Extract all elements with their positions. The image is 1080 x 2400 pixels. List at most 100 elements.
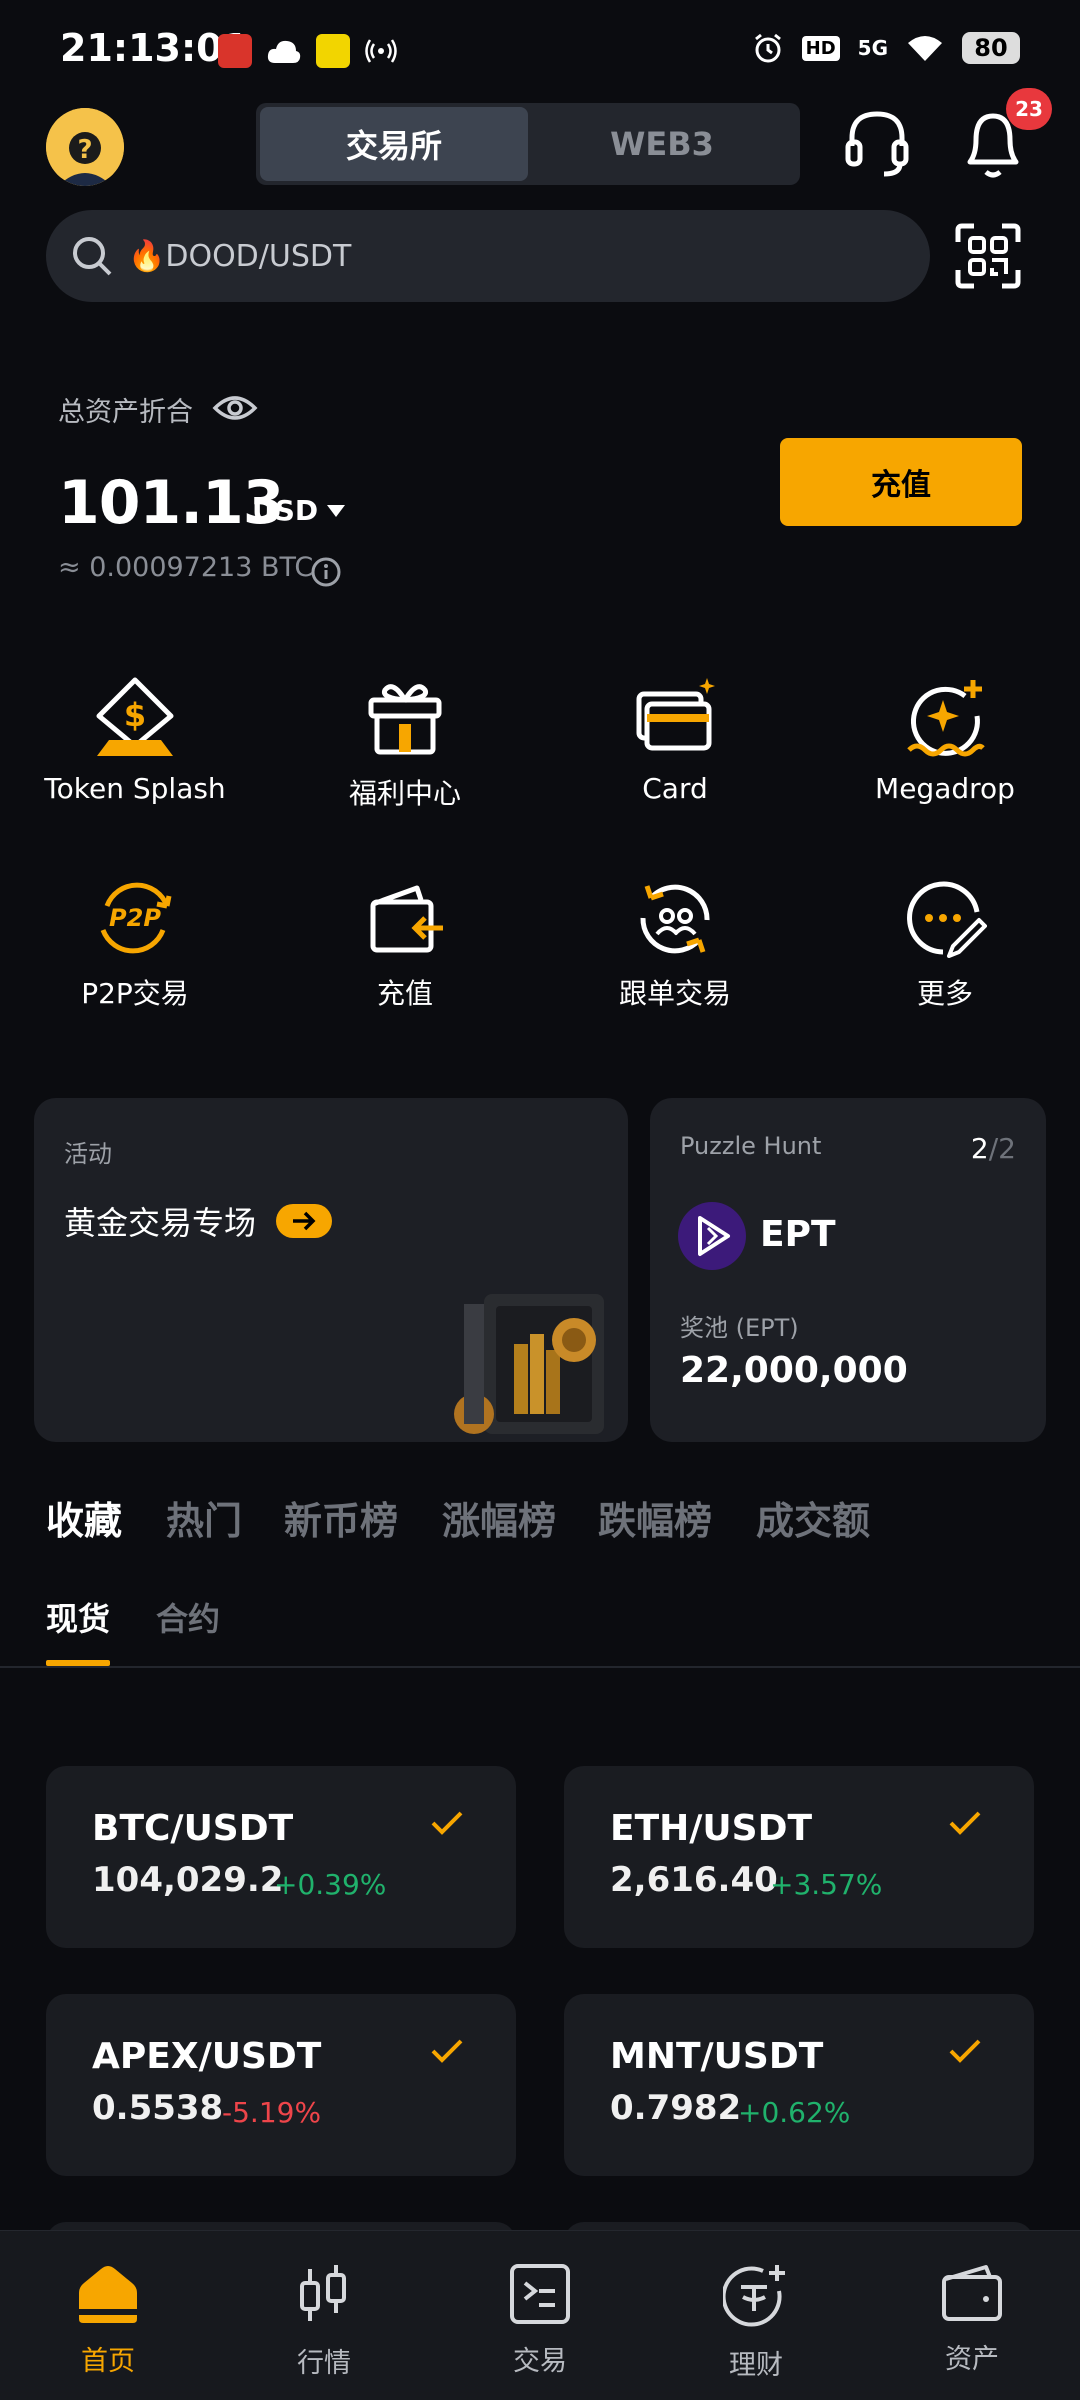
nav-assets[interactable]: 资产 — [864, 2231, 1080, 2400]
nav-label: 理财 — [729, 2350, 783, 2381]
pair-price: 0.5538 — [92, 2088, 224, 2128]
divider — [0, 1666, 1080, 1668]
hd-indicator: HD — [801, 35, 840, 61]
pair-name: APEX/USDT — [92, 2036, 322, 2077]
total-balance: 101.13 — [58, 468, 285, 538]
tab-hot[interactable]: 热门 — [166, 1490, 242, 1545]
arrow-right-icon[interactable] — [276, 1204, 333, 1238]
pool-amount: 22,000,000 — [680, 1350, 908, 1391]
candlestick-icon — [300, 2265, 346, 2321]
gift-icon — [368, 684, 442, 755]
tab-exchange[interactable]: 交易所 — [260, 107, 528, 181]
quick-label: Megadrop — [875, 772, 1015, 805]
network-type: 5G — [857, 36, 888, 60]
svg-text:?: ? — [77, 135, 92, 165]
cloud-icon — [267, 40, 301, 63]
app-notification-icon — [218, 34, 252, 68]
pair-price: 0.7982 — [610, 2088, 742, 2128]
wifi-icon — [908, 36, 942, 61]
headset-icon[interactable] — [844, 108, 910, 178]
activity-banner-card[interactable]: 活动 黄金交易专场 — [34, 1098, 628, 1442]
tab-losers[interactable]: 跌幅榜 — [598, 1490, 712, 1545]
tab-gainers[interactable]: 涨幅榜 — [442, 1490, 556, 1545]
pair-price: 2,616.40 — [610, 1860, 778, 1900]
check-icon[interactable] — [948, 1810, 982, 1836]
avatar[interactable]: ? — [46, 108, 124, 186]
currency-label: USD — [252, 494, 319, 527]
home-icon — [79, 2266, 137, 2323]
bottom-nav: 首页 行情 交易 理财 资产 — [0, 2230, 1080, 2400]
megadrop-icon — [907, 680, 985, 757]
quick-p2p[interactable]: P2P P2P交易 — [0, 876, 270, 1012]
p2p-icon: P2P — [100, 882, 172, 954]
nav-home[interactable]: 首页 — [0, 2231, 216, 2400]
pair-card-btc[interactable]: BTC/USDT 104,029.2 +0.39% — [46, 1766, 516, 1948]
pair-change: +0.39% — [274, 1868, 387, 1901]
subtab-spot[interactable]: 现货 — [46, 1594, 110, 1640]
tab-new-listings[interactable]: 新币榜 — [284, 1490, 398, 1545]
pair-name: ETH/USDT — [610, 1808, 813, 1849]
card-icon — [636, 678, 715, 751]
avatar-icon: ? — [46, 108, 124, 186]
total-assets-label: 总资产折合 — [58, 397, 193, 428]
svg-text:$: $ — [124, 696, 146, 734]
puzzle-hunt-card[interactable]: Puzzle Hunt 2/2 EPT 奖池 (EPT) 22,000,000 — [650, 1098, 1046, 1442]
nav-label: 交易 — [513, 2346, 567, 2377]
battery-indicator: 80 — [962, 32, 1020, 64]
pair-card-eth[interactable]: ETH/USDT 2,616.40 +3.57% — [564, 1766, 1034, 1948]
hotspot-icon — [365, 39, 397, 63]
status-notification-icons — [218, 34, 398, 68]
tab-web3[interactable]: WEB3 — [528, 107, 796, 181]
activity-title: 黄金交易专场 — [64, 1204, 257, 1242]
pair-card-apex[interactable]: APEX/USDT 0.5538 -5.19% — [46, 1994, 516, 2176]
nav-trade[interactable]: 交易 — [432, 2231, 648, 2400]
deposit-icon — [370, 885, 443, 953]
pair-change: +0.62% — [738, 2096, 851, 2129]
pair-card-mnt[interactable]: MNT/USDT 0.7982 +0.62% — [564, 1994, 1034, 2176]
tab-volume[interactable]: 成交额 — [756, 1490, 870, 1545]
nav-label: 资产 — [945, 2344, 999, 2375]
check-icon[interactable] — [948, 2038, 982, 2064]
diamond-dollar-icon: $ — [96, 677, 174, 756]
quick-card[interactable]: Card — [540, 676, 810, 805]
info-icon[interactable] — [310, 556, 342, 588]
quick-deposit[interactable]: 充值 — [270, 876, 540, 1012]
subtab-futures[interactable]: 合约 — [156, 1594, 220, 1640]
scan-icon[interactable] — [954, 222, 1022, 290]
alarm-icon — [754, 33, 781, 63]
check-icon[interactable] — [430, 2038, 464, 2064]
search-placeholder: 🔥DOOD/USDT — [128, 238, 352, 274]
quick-token-splash[interactable]: $ Token Splash — [0, 676, 270, 805]
quick-label: 福利中心 — [348, 777, 461, 810]
nav-markets[interactable]: 行情 — [216, 2231, 432, 2400]
quick-rewards-center[interactable]: 福利中心 — [270, 676, 540, 812]
quick-label: Card — [642, 772, 708, 805]
quick-megadrop[interactable]: Megadrop — [810, 676, 1080, 805]
nav-label: 首页 — [81, 2346, 135, 2377]
nav-label: 行情 — [297, 2348, 351, 2379]
deposit-button[interactable]: 充值 — [780, 438, 1022, 526]
status-system-icons: HD 5G 80 — [752, 32, 1020, 64]
activity-tag: 活动 — [64, 1140, 112, 1168]
search-bar[interactable]: 🔥DOOD/USDT — [46, 210, 930, 302]
trade-icon — [510, 2264, 570, 2324]
notification-badge: 23 — [1006, 88, 1052, 130]
quick-copy-trade[interactable]: 跟单交易 — [540, 876, 810, 1012]
check-icon[interactable] — [430, 1810, 464, 1836]
nav-earn[interactable]: 理财 — [648, 2231, 864, 2400]
more-icon — [907, 881, 987, 958]
caret-down-icon — [327, 504, 346, 517]
gold-vault-illustration — [454, 1294, 604, 1434]
pool-label: 奖池 (EPT) — [680, 1314, 799, 1342]
pair-change: +3.57% — [770, 1868, 883, 1901]
copy-trade-icon — [640, 884, 710, 954]
pager-current: 2 — [970, 1132, 989, 1165]
quick-more[interactable]: 更多 — [810, 876, 1080, 1012]
quick-label: 更多 — [916, 977, 973, 1010]
eye-icon[interactable] — [212, 388, 258, 428]
tab-favorites[interactable]: 收藏 — [46, 1490, 122, 1545]
ept-token-icon — [678, 1202, 746, 1270]
token-symbol: EPT — [760, 1214, 836, 1255]
currency-selector[interactable]: USD — [252, 494, 346, 527]
pair-price: 104,029.2 — [92, 1860, 284, 1900]
